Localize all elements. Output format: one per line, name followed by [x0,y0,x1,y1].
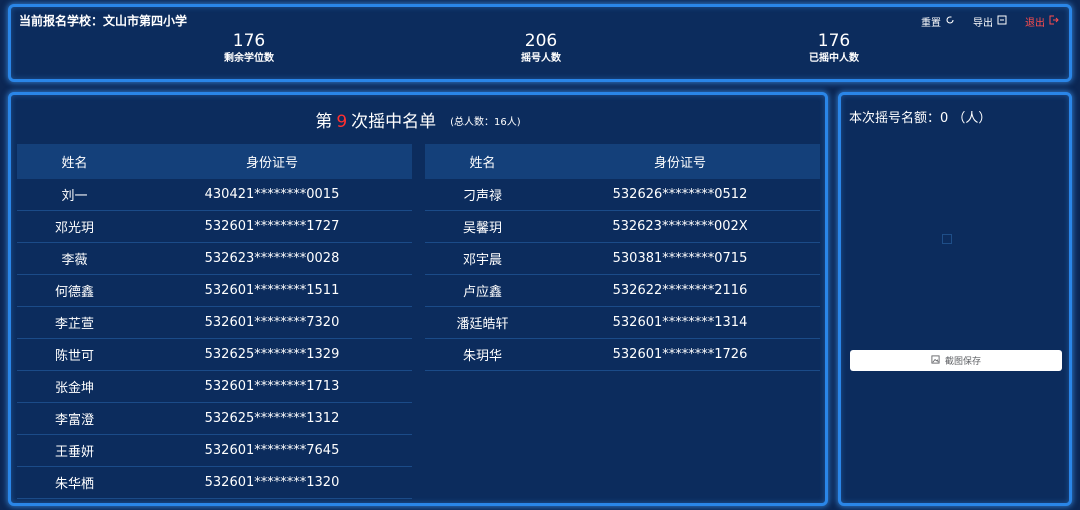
student-name: 陈世可 [17,338,132,371]
export-label: 导出 [973,18,993,29]
stat-label: 剩余学位数 [224,53,274,64]
export-button[interactable]: 导出 [973,14,1007,29]
student-id-number: 532601********1727 [132,210,412,243]
stat-label: 摇号人数 [521,53,561,64]
table-row: 王垂妍 532601********7645 [17,434,412,467]
student-name: 刁声禄 [425,179,540,211]
save-screenshot-button[interactable]: 截图保存 [850,350,1062,371]
logout-label: 退出 [1025,18,1045,29]
winner-table-left: 姓名 身份证号 刘一 430421********0015 邓光玥 532601***… [17,144,412,499]
table-row: 李富澄 532625********1312 [17,402,412,435]
summary-panel: 当前报名学校：文山市第四小学 重置 导出 退出 176 剩余学位数 206 摇号… [8,4,1072,82]
student-id-number: 532601********1713 [132,370,412,403]
reset-button[interactable]: 重置 [921,14,955,29]
student-name: 邓宇晨 [425,242,540,275]
student-id-number: 532623********0028 [132,242,412,275]
table-row: 朱玥华 532601********1726 [425,338,820,371]
stat-label: 已摇中人数 [809,53,859,64]
table-row: 刁声禄 532626********0512 [425,179,820,211]
student-id-number: 530381********0715 [540,242,820,275]
total-count: (总人数：16人) [450,117,521,128]
column-header-id: 身份证号 [132,144,412,179]
student-id-number: 532601********1726 [540,338,820,371]
table-row: 张金坤 532601********1713 [17,370,412,403]
title-prefix: 第 [315,112,333,132]
stat-remaining-seats: 176 剩余学位数 [169,31,329,66]
table-row: 陈世可 532625********1329 [17,338,412,371]
student-name: 王垂妍 [17,434,132,467]
winner-table-right: 姓名 身份证号 刁声禄 532626********0512 吴馨玥 532623**… [425,144,820,371]
save-screenshot-label: 截图保存 [944,357,981,367]
table-row: 李芷萱 532601********7320 [17,306,412,339]
table-row: 李薇 532623********0028 [17,242,412,275]
student-id-number: 532622********2116 [540,274,820,307]
column-header-name: 姓名 [17,144,132,179]
table-row: 朱华栖 532601********1320 [17,466,412,499]
table-row: 何德鑫 532601********1511 [17,274,412,307]
student-id-number: 532601********1511 [132,274,412,307]
table-row: 邓宇晨 530381********0715 [425,242,820,275]
image-icon [931,354,940,367]
table-row: 邓光玥 532601********1727 [17,210,412,243]
student-name: 朱华栖 [17,466,132,499]
header-actions: 重置 导出 退出 [921,14,1059,29]
column-header-id: 身份证号 [540,144,820,179]
table-header-row: 姓名 身份证号 [425,144,820,179]
column-header-name: 姓名 [425,144,540,179]
draw-quota-panel: 本次摇号名额：0 （人） 截图保存 [838,92,1072,506]
stat-selected: 176 已摇中人数 [754,31,914,66]
stat-value: 176 [232,31,266,51]
student-name: 何德鑫 [17,274,132,307]
table-row: 吴馨玥 532623********002X [425,210,820,243]
student-id-number: 532601********1320 [132,466,412,499]
title-suffix: 次摇中名单 [351,112,437,132]
student-name: 邓光玥 [17,210,132,243]
stat-value: 206 [524,31,558,51]
reset-label: 重置 [921,18,941,29]
student-name: 潘廷皓轩 [425,306,540,339]
logout-button[interactable]: 退出 [1025,14,1059,29]
student-id-number: 532601********1314 [540,306,820,339]
table-row: 卢应鑫 532622********2116 [425,274,820,307]
student-id-number: 532625********1312 [132,402,412,435]
export-icon [997,15,1007,28]
stat-value: 176 [817,31,851,51]
student-id-number: 532601********7320 [132,306,412,339]
student-id-number: 532623********002X [540,210,820,243]
stat-applicants: 206 摇号人数 [461,31,621,66]
student-name: 刘一 [17,179,132,211]
student-name: 李薇 [17,242,132,275]
school-label: 当前报名学校：文山市第四小学 [19,14,188,28]
student-name: 朱玥华 [425,338,540,371]
table-header-row: 姓名 身份证号 [17,144,412,179]
student-id-number: 430421********0015 [132,179,412,211]
student-name: 李芷萱 [17,306,132,339]
student-id-number: 532626********0512 [540,179,820,211]
table-row: 刘一 430421********0015 [17,179,412,211]
refresh-icon [945,15,955,28]
student-name: 李富澄 [17,402,132,435]
student-id-number: 532601********7645 [132,434,412,467]
list-title: 第 9 次摇中名单 (总人数：16人) [11,107,825,132]
student-id-number: 532625********1329 [132,338,412,371]
student-name: 张金坤 [17,370,132,403]
round-number: 9 [336,112,348,132]
student-name: 吴馨玥 [425,210,540,243]
table-row: 潘廷皓轩 532601********1314 [425,306,820,339]
image-placeholder-icon [942,234,952,244]
student-name: 卢应鑫 [425,274,540,307]
draw-quota-label: 本次摇号名额：0 （人） [849,111,992,126]
winner-list-panel: 第 9 次摇中名单 (总人数：16人) 姓名 身份证号 刘一 430421*******… [8,92,828,506]
logout-icon [1049,15,1059,28]
